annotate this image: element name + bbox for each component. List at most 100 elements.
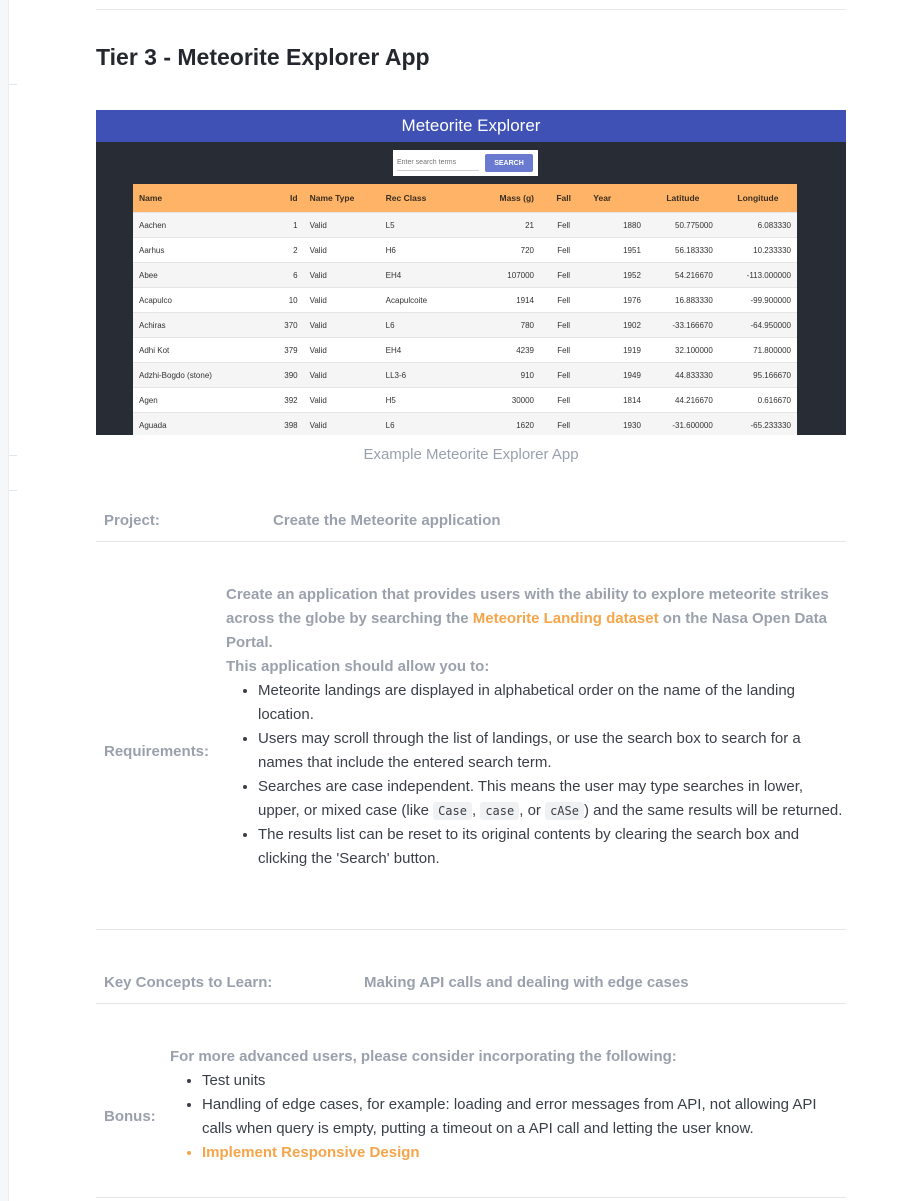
page-title: Tier 3 - Meteorite Explorer App [96,44,430,70]
table-cell: Valid [303,212,380,238]
table-cell: 910 [474,362,540,388]
table-cell: 71.800000 [718,337,797,363]
requirements-label: Requirements: [104,743,210,760]
table-cell: 44.833330 [646,362,719,388]
table-cell: 30000 [474,387,540,413]
table-cell: -64.950000 [718,312,797,338]
table-cell: 1914 [474,287,540,313]
side-divider [9,490,17,491]
table-cell: EH4 [379,337,475,363]
table-cell: 392 [268,387,304,413]
column-header: Longitude [718,184,797,213]
list-item: Searches are case independent. This mean… [258,775,846,823]
table-row: Adzhi-Bogdo (stone) 390 Valid LL3-6 910 Fell 1… [133,362,797,388]
table-cell: 95.166670 [718,362,797,388]
table-cell: Valid [303,237,380,263]
table-cell: 379 [268,337,304,363]
table-cell: Aachen [133,212,269,238]
table-cell: 4239 [474,337,540,363]
readme-page: Tier 3 - Meteorite Explorer App Meteorit… [8,0,914,1201]
table-cell: Fell [540,412,588,435]
table-row: Abee 6 Valid EH4 107000 Fell 1952 54.216670 -113… [133,262,797,288]
table-row: Agen 392 Valid H5 30000 Fell 1814 44.216670 0.61… [133,387,797,413]
section-divider [96,1003,846,1004]
table-cell: 50.775000 [646,212,719,238]
table-cell: 107000 [474,262,540,288]
column-header: Latitude [646,184,719,213]
table-row: Achiras 370 Valid L6 780 Fell 1902 -33.166670 -6… [133,312,797,338]
meteorite-table: Name Id Name Type Rec Class Mass (g) Fal… [133,184,797,435]
table-cell: 2 [268,237,304,263]
table-cell: LL3-6 [379,362,475,388]
dataset-link[interactable]: Meteorite Landing dataset [473,610,659,627]
column-header: Name [133,184,269,213]
key-concepts-label: Key Concepts to Learn: [104,974,273,991]
bonus-list: Test units Handling of edge cases, for e… [170,1069,850,1165]
table-cell: Aguada [133,412,269,435]
code-snippet: cASe [545,802,584,820]
bonus-label: Bonus: [104,1108,156,1125]
table-cell: Achiras [133,312,269,338]
screenshot-caption: Example Meteorite Explorer App [363,446,579,463]
table-cell: 10.233330 [718,237,797,263]
table-cell: 32.100000 [646,337,719,363]
table-cell: -31.600000 [646,412,719,435]
table-cell: Valid [303,337,380,363]
table-cell: Acapulcoite [379,287,475,313]
table-cell: 10 [268,287,304,313]
table-row: Acapulco 10 Valid Acapulcoite 1914 Fell 1976 16… [133,287,797,313]
list-item: Handling of edge cases, for example: loa… [202,1093,850,1141]
column-header: Name Type [303,184,380,213]
table-cell: 44.216670 [646,387,719,413]
table-cell: -99.900000 [718,287,797,313]
table-cell: Valid [303,412,380,435]
table-cell: L5 [379,212,475,238]
table-cell: Agen [133,387,269,413]
table-row: Adhi Kot 379 Valid EH4 4239 Fell 1919 32.100000… [133,337,797,363]
table-cell: Adzhi-Bogdo (stone) [133,362,269,388]
table-cell: Fell [540,312,588,338]
table-cell: 0.616670 [718,387,797,413]
table-cell: -65.233330 [718,412,797,435]
column-header: Rec Class [379,184,475,213]
table-cell: 1952 [587,262,647,288]
table-cell: Valid [303,312,380,338]
table-cell: 54.216670 [646,262,719,288]
project-label: Project: [104,512,160,529]
requirements-intro: Create an application that provides user… [226,586,829,651]
table-header-row: Name Id Name Type Rec Class Mass (g) Fal… [133,184,797,213]
table-cell: 1930 [587,412,647,435]
table-cell: 390 [268,362,304,388]
bonus-content: For more advanced users, please consider… [170,1045,850,1165]
column-header: Mass (g) [474,184,540,213]
table-cell: Fell [540,362,588,388]
table-cell: 6.083330 [718,212,797,238]
column-header: Id [268,184,304,213]
table-cell: 720 [474,237,540,263]
table-cell: 6 [268,262,304,288]
table-cell: 1919 [587,337,647,363]
table-cell: Abee [133,262,269,288]
search-button[interactable]: SEARCH [485,154,533,172]
search-bar: SEARCH [393,150,538,176]
table-row: Aarhus 2 Valid H6 720 Fell 1951 56.183330 10.233… [133,237,797,263]
list-item: Meteorite landings are displayed in alph… [258,679,846,727]
key-concepts-value: Making API calls and dealing with edge c… [364,974,689,991]
table-cell: H5 [379,387,475,413]
app-header: Meteorite Explorer [96,110,846,142]
search-input[interactable] [397,155,479,171]
table-cell: Fell [540,387,588,413]
table-cell: Fell [540,262,588,288]
table-cell: 398 [268,412,304,435]
code-snippet: case [480,802,520,820]
table-cell: 1951 [587,237,647,263]
list-item: The results list can be reset to its ori… [258,823,846,871]
table-cell: 780 [474,312,540,338]
table-cell: L6 [379,412,475,435]
responsive-design-link[interactable]: Implement Responsive Design [202,1144,420,1161]
table-cell: 1949 [587,362,647,388]
table-cell: Adhi Kot [133,337,269,363]
side-divider [9,84,17,85]
table-cell: 370 [268,312,304,338]
table-cell: Fell [540,287,588,313]
